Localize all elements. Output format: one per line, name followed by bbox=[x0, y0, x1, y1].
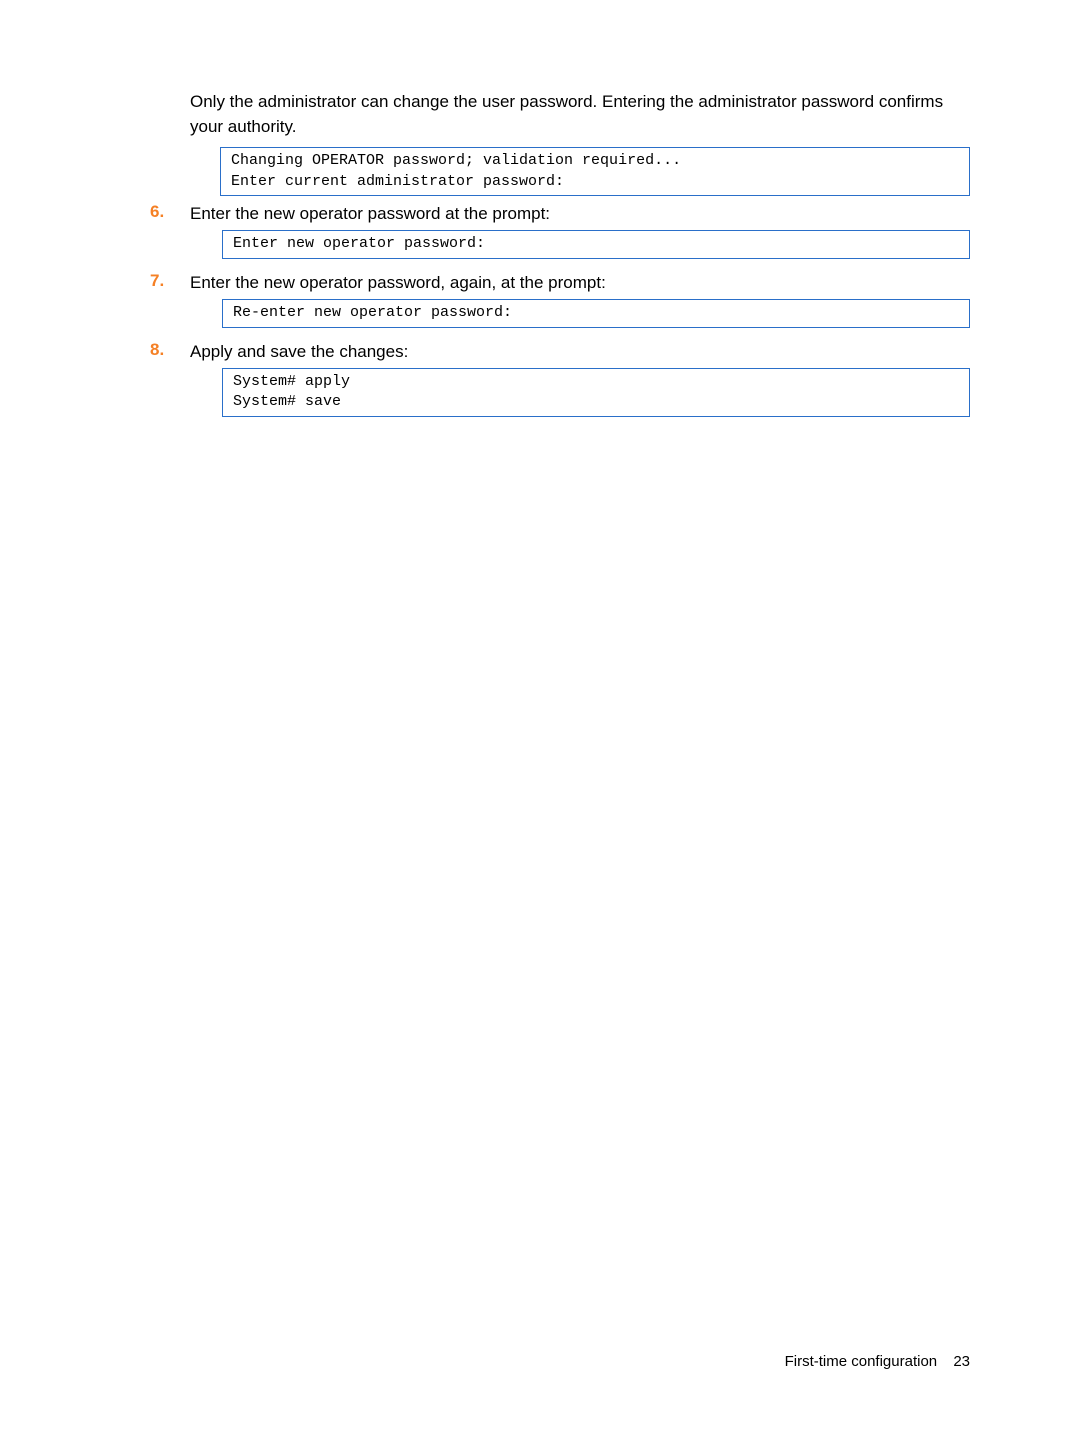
step-number: 8. bbox=[110, 340, 190, 360]
code-block-step-6: Enter new operator password: bbox=[222, 230, 970, 258]
code-block-intro: Changing OPERATOR password; validation r… bbox=[220, 147, 970, 196]
step-content: Enter the new operator password, again, … bbox=[190, 271, 970, 334]
step-6: 6. Enter the new operator password at th… bbox=[110, 202, 970, 265]
footer-page-number: 23 bbox=[953, 1353, 970, 1370]
page-container: Only the administrator can change the us… bbox=[0, 0, 1080, 423]
footer-label: First-time configuration bbox=[785, 1353, 938, 1370]
step-text: Enter the new operator password, again, … bbox=[190, 271, 970, 296]
step-number: 7. bbox=[110, 271, 190, 291]
intro-block: Only the administrator can change the us… bbox=[190, 90, 970, 196]
step-7: 7. Enter the new operator password, agai… bbox=[110, 271, 970, 334]
step-content: Apply and save the changes: System# appl… bbox=[190, 340, 970, 423]
intro-text: Only the administrator can change the us… bbox=[190, 90, 970, 139]
step-8: 8. Apply and save the changes: System# a… bbox=[110, 340, 970, 423]
step-content: Enter the new operator password at the p… bbox=[190, 202, 970, 265]
step-text: Apply and save the changes: bbox=[190, 340, 970, 365]
step-number: 6. bbox=[110, 202, 190, 222]
code-block-step-7: Re-enter new operator password: bbox=[222, 299, 970, 327]
step-text: Enter the new operator password at the p… bbox=[190, 202, 970, 227]
page-footer: First-time configuration 23 bbox=[785, 1353, 970, 1370]
code-block-step-8: System# apply System# save bbox=[222, 368, 970, 417]
